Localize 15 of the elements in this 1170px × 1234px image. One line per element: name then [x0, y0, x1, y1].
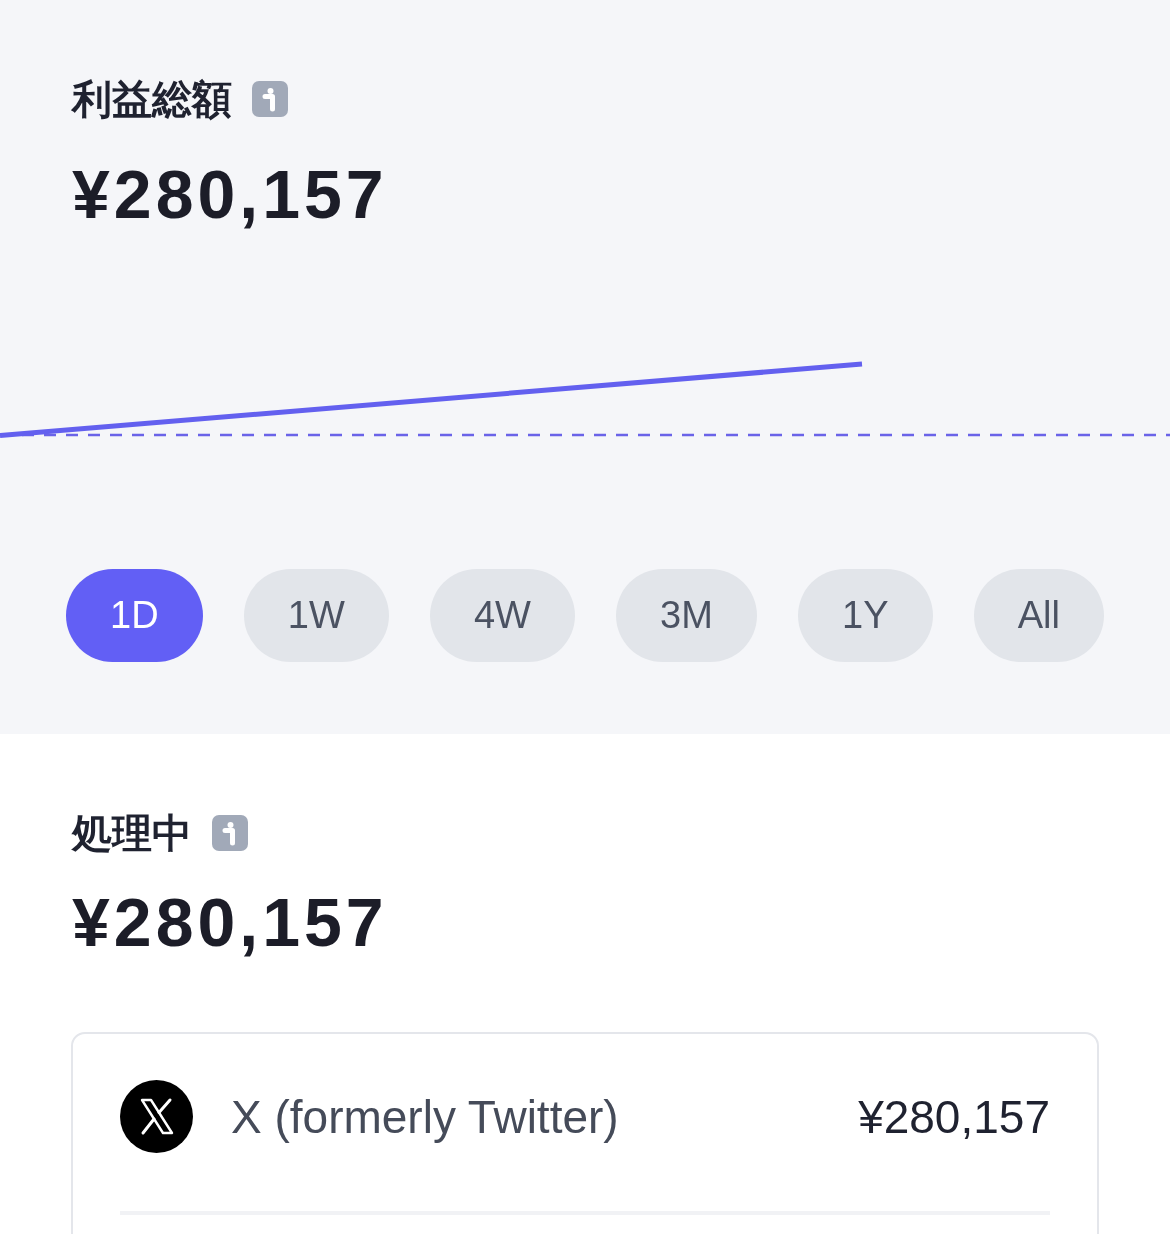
info-icon[interactable]	[212, 815, 248, 851]
source-amount: ¥280,157	[858, 1090, 1050, 1143]
range-tab[interactable]: 1D	[66, 569, 203, 662]
section-title: 利益総額	[72, 76, 232, 122]
amount-value: ¥280,157	[72, 884, 388, 960]
range-tab[interactable]: 1Y	[798, 569, 933, 662]
range-tab[interactable]: 3M	[616, 569, 757, 662]
amount-value: ¥280,157	[72, 156, 388, 232]
range-tab[interactable]: 1W	[243, 569, 389, 662]
range-tab[interactable]: 4W	[429, 569, 575, 662]
range-tab[interactable]: All	[973, 569, 1104, 662]
section-title: 処理中	[72, 810, 192, 856]
x-logo-icon	[120, 1080, 193, 1153]
info-icon[interactable]	[252, 81, 288, 117]
source-name: X (formerly Twitter)	[231, 1090, 619, 1143]
